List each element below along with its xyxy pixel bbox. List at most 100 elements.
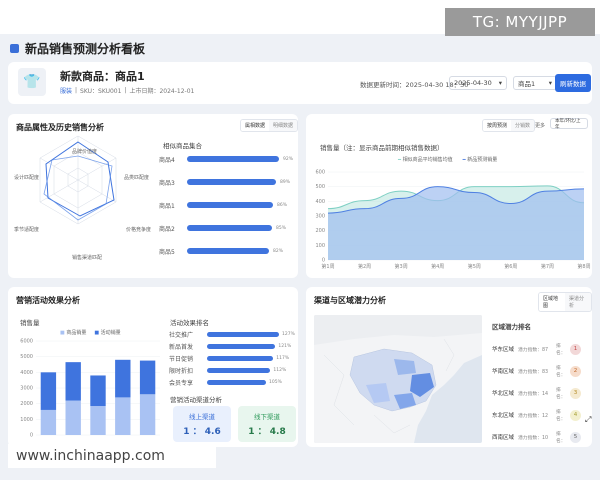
region-row[interactable]: 西南区域 潜力指数：10 排名： 5 — [492, 431, 588, 444]
tab-distribution[interactable]: 分销数 — [511, 120, 535, 131]
product-select[interactable]: 商品1 ▾ — [513, 76, 557, 90]
compare-select[interactable]: 本年/环比/上年 — [550, 118, 588, 130]
rank-item-label: 节日促销 — [169, 355, 194, 363]
region-name: 东北区域 — [492, 413, 515, 419]
rank-item-row: 新品首发 121% — [169, 341, 291, 351]
meta-separator: | — [124, 87, 127, 94]
y-tick-label: 600 — [315, 170, 325, 176]
product-sku: SKU：SKU001 — [80, 88, 122, 95]
rank-title: 活动效果排名 — [170, 319, 209, 327]
region-row[interactable]: 华东区域 潜力指数：87 排名： 1 — [492, 343, 588, 356]
similar-item-value: 92% — [283, 156, 294, 162]
map-svg — [314, 315, 482, 443]
sales-trend-card: 销售量（注：显示商品前期相似销售数据） 按周预测 分销数 更多 本年/环比/上年… — [306, 114, 592, 278]
similar-item-bar — [187, 156, 279, 162]
rank-item-bar — [207, 379, 267, 385]
y-tick-label: 100 — [315, 243, 325, 249]
y-tick-label: 300 — [315, 214, 325, 220]
y-tick-label: 6000 — [20, 339, 33, 345]
date-select[interactable]: 2025-04-30 ▾ — [449, 76, 507, 90]
channel-region-card: 渠道与区域潜力分析 区域地图 渠道分析 区域潜力排名 华东区域 潜力指数：87 排名… — [306, 287, 592, 447]
card-title: 商品属性及历史销售分析 — [16, 123, 104, 132]
card-title: 渠道与区域潜力分析 — [314, 296, 386, 305]
y-tick-label: 0 — [30, 433, 33, 439]
chevron-down-icon: ▾ — [498, 79, 502, 87]
rank-item-value: 112% — [273, 367, 287, 373]
region-row[interactable]: 华北区域 潜力指数：14 排名： 3 — [492, 387, 588, 400]
radar-label: 品牌价值度 — [72, 149, 98, 155]
bar-series-0 — [40, 409, 57, 435]
rank-item-label: 新品首发 — [169, 343, 194, 351]
tab-region-map[interactable]: 区域地图 — [539, 293, 565, 311]
product-select-value: 商品1 — [518, 80, 536, 88]
tab-week[interactable]: 按周预测 — [483, 120, 512, 131]
radar-label: 设计匹配度 — [14, 175, 40, 181]
page-title-text: 新品销售预测分析看板 — [25, 42, 146, 56]
bar-series-1 — [115, 359, 131, 398]
y-tick-label: 400 — [315, 199, 325, 205]
y-tick-label: 4000 — [20, 370, 33, 376]
y-tick-label: 500 — [315, 184, 325, 190]
dashboard-icon — [10, 44, 19, 53]
region-rank-title: 区域潜力排名 — [492, 323, 531, 331]
similar-item-label: 商品2 — [159, 225, 175, 233]
expand-icon[interactable]: ⤢ — [585, 415, 591, 425]
similar-item-value: 89% — [280, 179, 291, 185]
product-header-card: 👕 新款商品：商品1 服装 | SKU：SKU001 | 上市日期：2024-1… — [8, 62, 592, 104]
x-tick-label: 第7周 — [541, 263, 554, 270]
region-row[interactable]: 华南区域 潜力指数：83 排名： 2 — [492, 365, 588, 378]
region-name: 华南区域 — [492, 369, 515, 375]
chevron-down-icon: ▾ — [548, 79, 552, 87]
x-tick-label: 第5周 — [468, 263, 481, 270]
refresh-button[interactable]: 刷新数据 — [555, 74, 591, 92]
radar-label: 品类匹配度 — [124, 175, 150, 181]
region-row[interactable]: 东北区域 潜力指数：12 排名： 4 — [492, 409, 588, 422]
view-toggle: 属相数据 明细数据 — [240, 119, 298, 132]
radar-label: 季节适配度 — [14, 227, 40, 233]
similar-item-label: 商品3 — [159, 179, 175, 187]
similar-item-row: 商品3 89% — [159, 177, 290, 187]
region-index: 潜力指数：10 — [518, 435, 549, 441]
online-label: 线上渠道 — [189, 413, 215, 421]
region-name: 华东区域 — [492, 347, 515, 353]
x-tick-label: 第8周 — [577, 263, 590, 270]
rank-item-bar — [207, 355, 274, 361]
category-badge: 服装 — [60, 88, 73, 95]
region-index: 潜力指数：83 — [518, 369, 549, 375]
region-map[interactable] — [314, 315, 482, 443]
region-rank-label: 排名： — [556, 432, 566, 444]
attribute-analysis-card: 商品属性及历史销售分析 属相数据 明细数据 品牌价值度 品类匹配度 价格竞争度 … — [8, 114, 298, 278]
region-index: 潜力指数：14 — [518, 391, 549, 397]
watermark-tg: TG: MYYJJPP — [445, 8, 595, 36]
x-tick-label: 第2周 — [358, 263, 371, 270]
region-rank-label: 排名： — [556, 366, 566, 378]
bar-series-1 — [65, 362, 81, 401]
bar-series-0 — [115, 397, 131, 435]
region-rank-badge: 4 — [570, 409, 581, 421]
online-value: 1 ： 4.6 — [183, 427, 221, 437]
rank-item-label: 会员专享 — [169, 379, 194, 387]
more-label: 更多 — [535, 123, 546, 129]
tab-detail-data[interactable]: 明细数据 — [269, 120, 297, 131]
tab-channel[interactable]: 渠道分析 — [565, 293, 591, 311]
region-rank-label: 排名： — [556, 388, 566, 400]
compare-select-value: 本年/环比/上年 — [555, 118, 581, 130]
watermark-url: www.inchinaapp.com — [8, 444, 216, 468]
card-title: 营销活动效果分析 — [16, 296, 80, 305]
region-name: 华北区域 — [492, 391, 515, 397]
rank-item-value: 127% — [282, 331, 295, 337]
similar-item-row: 商品5 82% — [159, 246, 283, 256]
similar-item-value: 86% — [277, 202, 288, 208]
tab-attribute-data[interactable]: 属相数据 — [241, 120, 269, 131]
y-tick-label: 1000 — [20, 417, 33, 423]
region-rank-label: 排名： — [556, 344, 566, 356]
bar-series-1 — [40, 372, 57, 410]
similar-item-label: 商品1 — [159, 202, 175, 210]
rank-item-label: 社交推广 — [169, 331, 194, 339]
product-name: 新款商品：商品1 — [60, 70, 145, 83]
radar-label: 销售渠道匹配 — [72, 255, 103, 261]
rank-item-bar — [207, 367, 271, 373]
trend-toggle: 按周预测 分销数 — [482, 119, 536, 132]
rank-item-bar — [207, 331, 279, 337]
similar-item-bar — [187, 202, 273, 208]
